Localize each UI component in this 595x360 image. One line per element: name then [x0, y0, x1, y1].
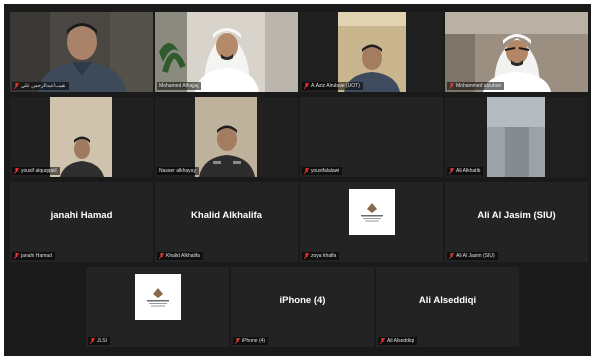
- participant-display-name: iPhone (4): [279, 294, 326, 306]
- participant-name-label: Mohamed Alhajjaj: [157, 82, 202, 90]
- participant-name-label: yousif alquqqaiil: [12, 167, 60, 175]
- participant-tile[interactable]: Khalid Alkhalifa Khalid Alkhalifa: [155, 182, 298, 262]
- participant-name: Ali Alseddiqi: [387, 338, 414, 344]
- participant-name: Nasser alkhayay: [159, 168, 196, 174]
- mic-muted-icon: [159, 253, 164, 259]
- participant-name: A.Aziz Alrubaie (UOT): [311, 83, 360, 89]
- mic-muted-icon: [304, 83, 309, 89]
- participant-name-label: janahi Hamad: [12, 252, 55, 260]
- video-conference-window: نقيب/عبدالرحمن علي Mohamed Alhajjaj A.Az…: [4, 4, 591, 356]
- participant-tile[interactable]: yousifalalawi: [300, 97, 443, 177]
- crest-logo-icon: [146, 288, 169, 307]
- participant-name-label: Ali Alkhatib: [447, 167, 484, 175]
- participant-video: [155, 97, 298, 177]
- participant-name-label: zoya khalfa: [302, 252, 340, 260]
- mic-muted-icon: [90, 338, 95, 344]
- participant-name-label: A.Aziz Alrubaie (UOT): [302, 82, 363, 90]
- participant-display-name: Khalid Alkhalifa: [191, 209, 262, 221]
- participant-video: [300, 12, 443, 92]
- mic-muted-icon: [14, 83, 19, 89]
- mic-muted-icon: [14, 168, 19, 174]
- participant-tile[interactable]: Ali Alseddiqi Ali Alseddiqi: [376, 267, 519, 347]
- participant-name: Mohamed Alhajjaj: [159, 83, 199, 89]
- participant-tile-active-speaker[interactable]: Mohamed Alhajjaj: [155, 12, 298, 92]
- participant-tile[interactable]: Mohammed alzubair: [445, 12, 588, 92]
- participant-tile[interactable]: zoya khalfa: [300, 182, 443, 262]
- participant-name-label: JLSI: [88, 337, 111, 345]
- participant-name: Mohammed alzubair: [456, 83, 502, 89]
- mic-muted-icon: [14, 253, 19, 259]
- participant-name-label: Mohammed alzubair: [447, 82, 505, 90]
- participant-name: janahi Hamad: [21, 253, 52, 259]
- participant-name-label: نقيب/عبدالرحمن علي: [12, 82, 69, 90]
- participant-name: iPhone (4): [242, 338, 266, 344]
- participant-tile[interactable]: نقيب/عبدالرحمن علي: [10, 12, 153, 92]
- participant-name-label: iPhone (4): [233, 337, 269, 345]
- participant-name: نقيب/عبدالرحمن علي: [21, 83, 66, 89]
- participant-display-name: janahi Hamad: [50, 209, 113, 221]
- participant-display-name: Ali Alseddiqi: [418, 294, 477, 306]
- mic-muted-icon: [235, 338, 240, 344]
- participant-display-name: Ali Al Jasim (SIU): [477, 209, 556, 221]
- participant-name-label: Ali Alseddiqi: [378, 337, 417, 345]
- mic-muted-icon: [304, 253, 309, 259]
- participant-name-label: Ali Al Jasim (SIU): [447, 252, 498, 260]
- participant-video: [445, 97, 588, 177]
- participant-tile[interactable]: Ali Al Jasim (SIU) Ali Al Jasim (SIU): [445, 182, 588, 262]
- participant-video: [10, 97, 153, 177]
- participant-name: JLSI: [97, 338, 108, 344]
- mic-muted-icon: [449, 83, 454, 89]
- participant-name: zoya khalfa: [311, 253, 337, 259]
- participant-name: Ali Al Jasim (SIU): [456, 253, 495, 259]
- participant-video: [445, 12, 588, 92]
- participant-tile[interactable]: janahi Hamad janahi Hamad: [10, 182, 153, 262]
- organization-logo: [348, 189, 395, 236]
- participant-video: [10, 12, 153, 92]
- mic-muted-icon: [449, 253, 454, 259]
- mic-muted-icon: [304, 168, 309, 174]
- participant-name: yousif alquqqaiil: [21, 168, 57, 174]
- participant-tile[interactable]: yousif alquqqaiil: [10, 97, 153, 177]
- participant-name: yousifalalawi: [311, 168, 340, 174]
- mic-muted-icon: [380, 338, 385, 344]
- participant-tile[interactable]: JLSI: [86, 267, 229, 347]
- participant-tile[interactable]: Ali Alkhatib: [445, 97, 588, 177]
- participant-name-label: Nasser alkhayay: [157, 167, 199, 175]
- participant-name: Khalid Alkhalifa: [166, 253, 200, 259]
- participant-tile[interactable]: A.Aziz Alrubaie (UOT): [300, 12, 443, 92]
- mic-muted-icon: [449, 168, 454, 174]
- participant-name-label: Khalid Alkhalifa: [157, 252, 203, 260]
- organization-logo: [134, 274, 181, 321]
- participant-video: [155, 12, 298, 92]
- participant-tile[interactable]: iPhone (4) iPhone (4): [231, 267, 374, 347]
- participant-tile[interactable]: Nasser alkhayay: [155, 97, 298, 177]
- crest-logo-icon: [360, 203, 383, 222]
- participant-name-label: yousifalalawi: [302, 167, 343, 175]
- participant-name: Ali Alkhatib: [456, 168, 481, 174]
